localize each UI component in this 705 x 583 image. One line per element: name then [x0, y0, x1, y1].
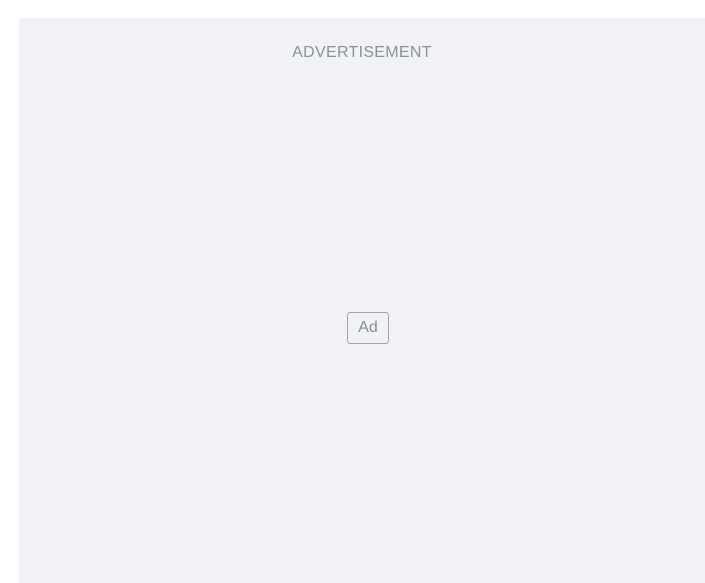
- ad-badge-icon: Ad: [347, 312, 389, 344]
- advertisement-heading: ADVERTISEMENT: [292, 44, 432, 61]
- advertisement-panel[interactable]: ADVERTISEMENT Ad: [19, 18, 705, 583]
